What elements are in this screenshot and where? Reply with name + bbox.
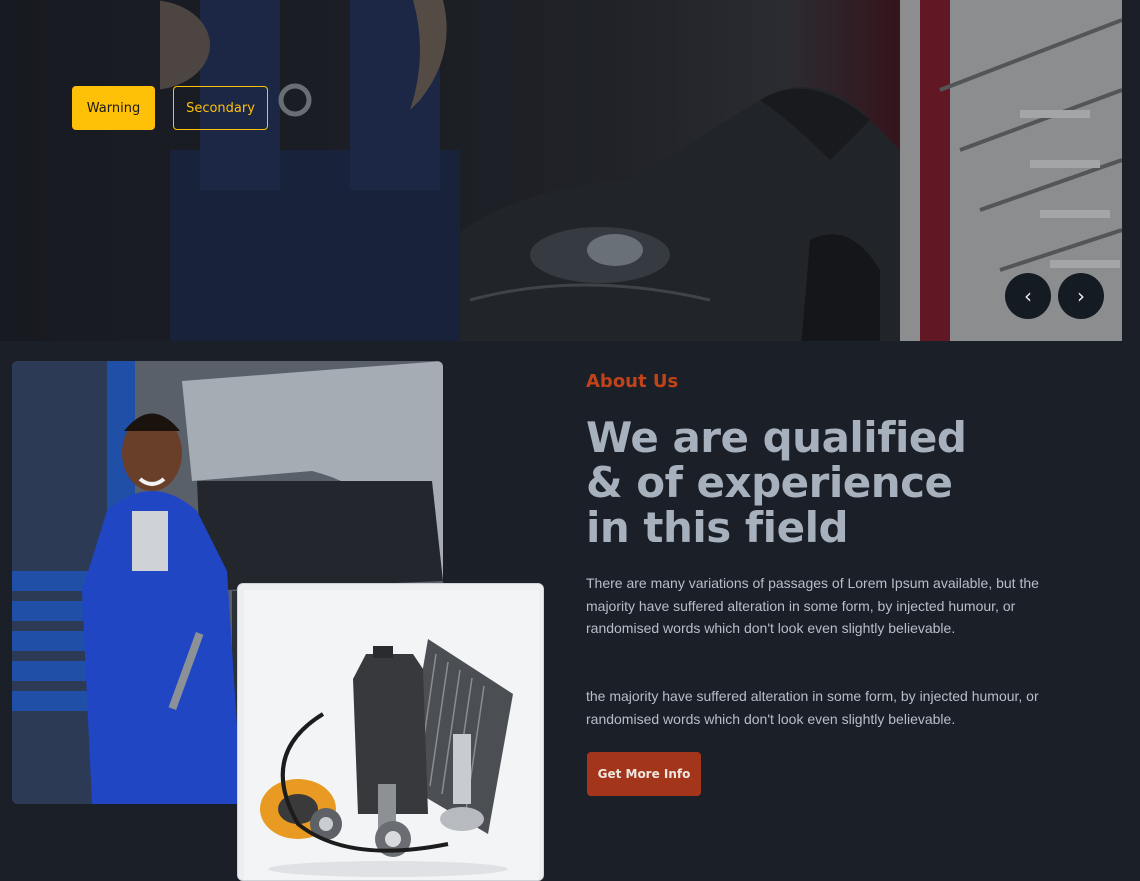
car-parts-photo xyxy=(237,583,544,881)
carousel-next-button[interactable]: › xyxy=(1058,273,1104,319)
section-title: We are qualified & of experience in this… xyxy=(586,415,1006,550)
car-parts-illustration xyxy=(238,584,543,880)
about-paragraph-1: There are many variations of passages of… xyxy=(586,575,1039,636)
secondary-button[interactable]: Secondary xyxy=(173,86,268,130)
title-line-3: in this field xyxy=(586,503,849,552)
chevron-left-icon: ‹ xyxy=(1024,284,1032,308)
warning-button[interactable]: Warning xyxy=(72,86,155,130)
title-line-2: & of experience xyxy=(586,458,953,507)
hero-banner: Warning Secondary ‹ › xyxy=(0,0,1122,341)
carousel-prev-button[interactable]: ‹ xyxy=(1005,273,1051,319)
chevron-right-icon: › xyxy=(1077,284,1085,308)
title-line-1: We are qualified xyxy=(586,413,967,462)
section-label: About Us xyxy=(586,371,679,392)
about-paragraph-2: the majority have suffered alteration in… xyxy=(586,688,1039,727)
hero-overlay xyxy=(0,0,1122,341)
get-more-info-button[interactable]: Get More Info xyxy=(587,752,701,796)
